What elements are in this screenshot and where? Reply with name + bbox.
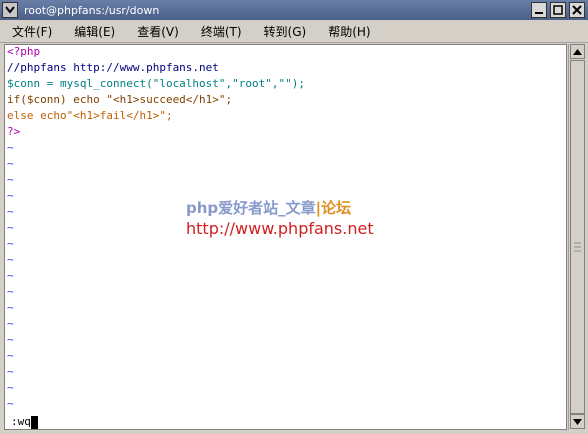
code-line: if($conn) echo "<h1>succeed</h1>"; (7, 93, 233, 106)
window-menu-button[interactable] (2, 2, 18, 18)
empty-line-marker: ~ (7, 317, 14, 330)
code-line: ?> (7, 125, 21, 138)
scrollbar-thumb[interactable] (570, 60, 585, 414)
empty-line-marker: ~ (7, 285, 14, 298)
empty-line-marker: ~ (7, 381, 14, 394)
empty-line-marker: ~ (7, 301, 14, 314)
code-line: //phpfans http://www.phpfans.net (7, 61, 219, 74)
scroll-down-button[interactable] (570, 414, 585, 429)
close-button[interactable] (569, 2, 585, 18)
code-line: <?php (7, 45, 41, 58)
empty-line-marker: ~ (7, 205, 14, 218)
code-line: else echo"<h1>fail</h1>"; (7, 109, 173, 122)
menu-view[interactable]: 查看(V) (127, 23, 189, 40)
empty-line-marker: ~ (7, 349, 14, 362)
empty-line-marker: ~ (7, 253, 14, 266)
vertical-scrollbar[interactable] (568, 44, 586, 430)
empty-line-marker: ~ (7, 141, 14, 154)
title-bar: root@phpfans:/usr/down (0, 0, 588, 20)
minimize-icon (535, 12, 543, 14)
menu-go[interactable]: 转到(G) (254, 23, 317, 40)
empty-line-marker: ~ (7, 221, 14, 234)
watermark-title: php爱好者站_文章|论坛 (186, 197, 396, 218)
scroll-up-button[interactable] (570, 44, 585, 59)
empty-line-marker: ~ (7, 237, 14, 250)
text-cursor (30, 415, 38, 429)
menu-terminal[interactable]: 终端(T) (191, 23, 252, 40)
arrow-down-icon (573, 418, 582, 425)
code-line: $conn = mysql_connect("localhost","root"… (7, 77, 306, 90)
command-text: :wq (11, 415, 31, 428)
watermark: php爱好者站_文章|论坛 http://www.phpfans.net (186, 197, 396, 238)
empty-line-marker: ~ (7, 173, 14, 186)
menu-help[interactable]: 帮助(H) (318, 23, 380, 40)
empty-line-marker: ~ (7, 157, 14, 170)
maximize-button[interactable] (550, 2, 566, 18)
menu-bar: 文件(F) 编辑(E) 查看(V) 终端(T) 转到(G) 帮助(H) (0, 20, 588, 43)
empty-line-marker: ~ (7, 269, 14, 282)
empty-line-marker: ~ (7, 189, 14, 202)
empty-line-marker: ~ (7, 333, 14, 346)
window-title: root@phpfans:/usr/down (24, 3, 160, 17)
command-line[interactable]: :wq (11, 415, 38, 429)
arrow-up-icon (573, 48, 582, 55)
watermark-url: http://www.phpfans.net (186, 219, 374, 238)
maximize-icon (553, 5, 563, 15)
close-icon (572, 5, 582, 15)
watermark-title-accent: |论坛 (315, 199, 352, 217)
empty-line-marker: ~ (7, 365, 14, 378)
chevron-down-icon (5, 6, 15, 14)
watermark-title-main: php爱好者站_文章 (186, 199, 316, 217)
minimize-button[interactable] (531, 2, 547, 18)
grip-icon (574, 242, 581, 252)
menu-edit[interactable]: 编辑(E) (64, 23, 125, 40)
menu-file[interactable]: 文件(F) (2, 23, 62, 40)
empty-line-marker: ~ (7, 397, 14, 410)
